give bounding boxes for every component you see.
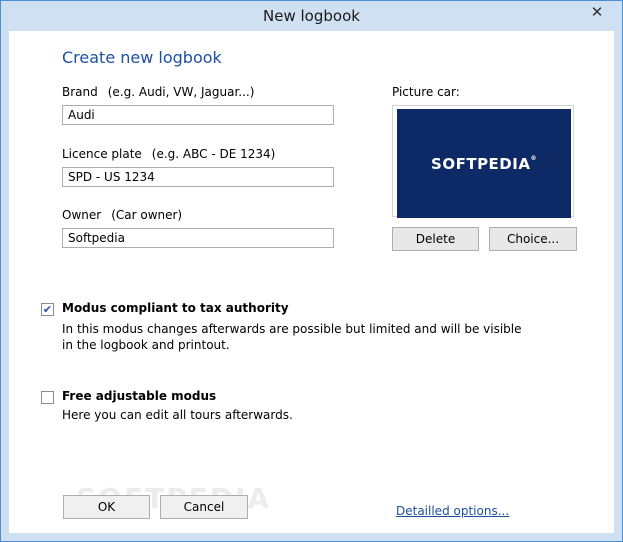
brand-label-text: Brand <box>62 85 98 99</box>
ok-button[interactable]: OK <box>63 495 150 519</box>
brand-label: Brand (e.g. Audi, VW, Jaguar...) <box>62 85 254 99</box>
choice-button[interactable]: Choice... <box>489 227 577 251</box>
tax-mode-checkbox[interactable]: ✔ <box>41 303 54 316</box>
cancel-button[interactable]: Cancel <box>160 495 248 519</box>
dialog-content: Create new logbook Brand (e.g. Audi, VW, … <box>9 31 614 533</box>
brand-input[interactable]: Audi <box>62 105 334 125</box>
tax-mode-description: In this modus changes afterwards are pos… <box>62 322 522 352</box>
detailed-options-link[interactable]: Detailled options... <box>396 504 509 518</box>
window-title: New logbook <box>263 7 360 25</box>
title-bar: New logbook ✕ <box>1 1 622 31</box>
free-mode-checkbox[interactable] <box>41 391 54 404</box>
car-picture: SOFTPEDIA® <box>397 109 571 218</box>
dialog-window: New logbook ✕ Create new logbook Brand (e… <box>0 0 623 542</box>
plate-label-text: Licence plate <box>62 147 142 161</box>
plate-input[interactable]: SPD - US 1234 <box>62 167 334 187</box>
picture-label: Picture car: <box>392 85 460 99</box>
brand-hint: (e.g. Audi, VW, Jaguar...) <box>107 85 255 99</box>
tax-mode-title: Modus compliant to tax authority <box>62 301 289 315</box>
car-picture-logo: SOFTPEDIA® <box>431 155 537 173</box>
free-mode-description: Here you can edit all tours afterwards. <box>62 408 293 422</box>
close-icon[interactable]: ✕ <box>578 1 616 23</box>
owner-label-text: Owner <box>62 208 102 222</box>
delete-button[interactable]: Delete <box>392 227 479 251</box>
owner-hint: (Car owner) <box>111 208 183 222</box>
page-title: Create new logbook <box>62 48 222 67</box>
plate-label: Licence plate (e.g. ABC - DE 1234) <box>62 147 275 161</box>
free-mode-title: Free adjustable modus <box>62 389 217 403</box>
plate-hint: (e.g. ABC - DE 1234) <box>151 147 276 161</box>
car-picture-text: SOFTPEDIA <box>431 154 531 173</box>
owner-input[interactable]: Softpedia <box>62 228 334 248</box>
car-picture-frame[interactable]: SOFTPEDIA® <box>392 105 574 218</box>
owner-label: Owner (Car owner) <box>62 208 182 222</box>
car-picture-mark: ® <box>530 154 537 162</box>
